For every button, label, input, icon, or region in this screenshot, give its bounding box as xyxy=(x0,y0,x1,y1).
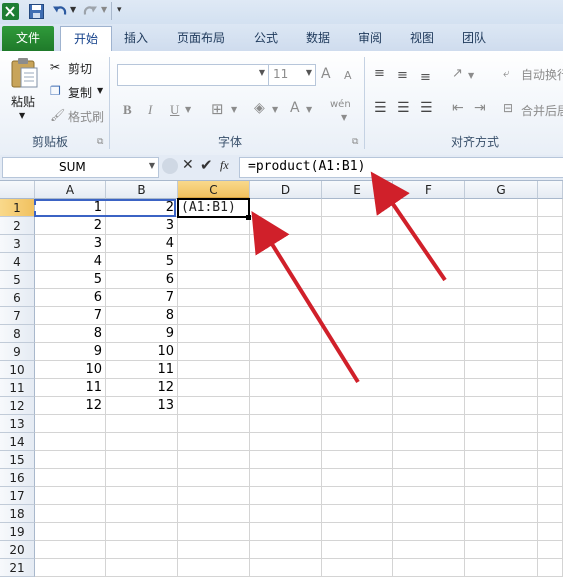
arrow-to-cell xyxy=(251,211,360,384)
arrow-to-formula xyxy=(370,171,447,282)
annotation-arrows xyxy=(251,171,447,384)
